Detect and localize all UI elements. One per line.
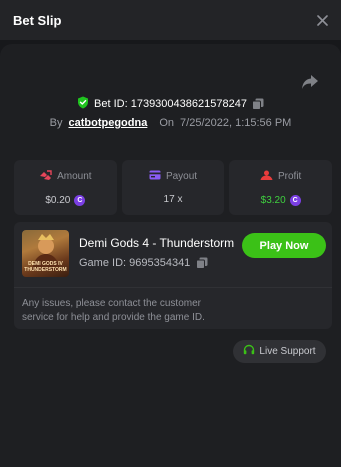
amount-label-row: Amount [39,169,92,184]
bet-datetime: 7/25/2022, 1:15:56 PM [180,117,292,129]
payout-label-row: Payout [149,170,197,183]
coin-icon: C [74,194,86,206]
amount-stat: Amount $0.20 C [14,160,117,215]
coin-icon: C [289,194,301,206]
close-icon[interactable] [315,13,329,27]
card-icon [149,170,161,183]
game-id-row: Game ID: 9695354341 [79,257,208,269]
payout-stat: Payout 17 x [121,160,225,215]
profit-label-row: Profit [260,170,301,184]
game-title: Demi Gods 4 - Thunderstorm [79,236,235,250]
thumbnail-caption: DEMI GODS IV THUNDERSTORM [24,261,67,273]
bet-id: Bet ID: 1739300438621578247 [94,98,247,110]
profit-value: $3.20 [260,194,286,206]
support-message: Any issues, please contact the customer … [22,298,205,323]
bet-details-panel: Bet ID: 1739300438621578247 By catbotpeg… [0,44,341,467]
shield-check-icon [77,96,89,112]
by-label: By [49,117,63,129]
profit-icon [260,170,273,184]
game-card: DEMI GODS IV THUNDERSTORM Demi Gods 4 - … [14,222,332,363]
profit-label: Profit [278,171,302,182]
copy-icon[interactable] [251,98,264,110]
amount-label: Amount [57,171,92,182]
amount-icon [39,169,52,184]
bet-owner-row: By catbotpegodna On 7/25/2022, 1:15:56 P… [0,117,341,129]
game-thumbnail[interactable]: DEMI GODS IV THUNDERSTORM [22,230,69,277]
payout-value-row: 17 x [164,194,183,205]
payout-value: 17 x [163,194,183,205]
amount-value: $0.20 [45,194,71,206]
bet-id-row: Bet ID: 1739300438621578247 [0,96,341,112]
amount-value-row: $0.20 C [45,194,86,206]
live-support-label: Live Support [259,346,316,357]
payout-label: Payout [165,171,198,182]
username-link[interactable]: catbotpegodna [69,117,148,129]
page-title: Bet Slip [13,12,62,28]
game-id: Game ID: 9695354341 [79,257,191,269]
profit-value-row: $3.20 C [260,194,301,206]
card-divider [14,287,332,288]
on-label: On [159,117,175,129]
share-icon[interactable] [301,74,319,90]
bet-slip-header: Bet Slip [0,0,341,40]
profit-stat: Profit $3.20 C [229,160,333,215]
play-now-button[interactable]: Play Now [242,233,326,258]
headset-icon [243,344,255,359]
live-support-button[interactable]: Live Support [233,340,326,363]
bet-stats: Amount $0.20 C Payout 17 x Profit $3.20 … [14,160,333,215]
copy-icon[interactable] [196,257,208,269]
